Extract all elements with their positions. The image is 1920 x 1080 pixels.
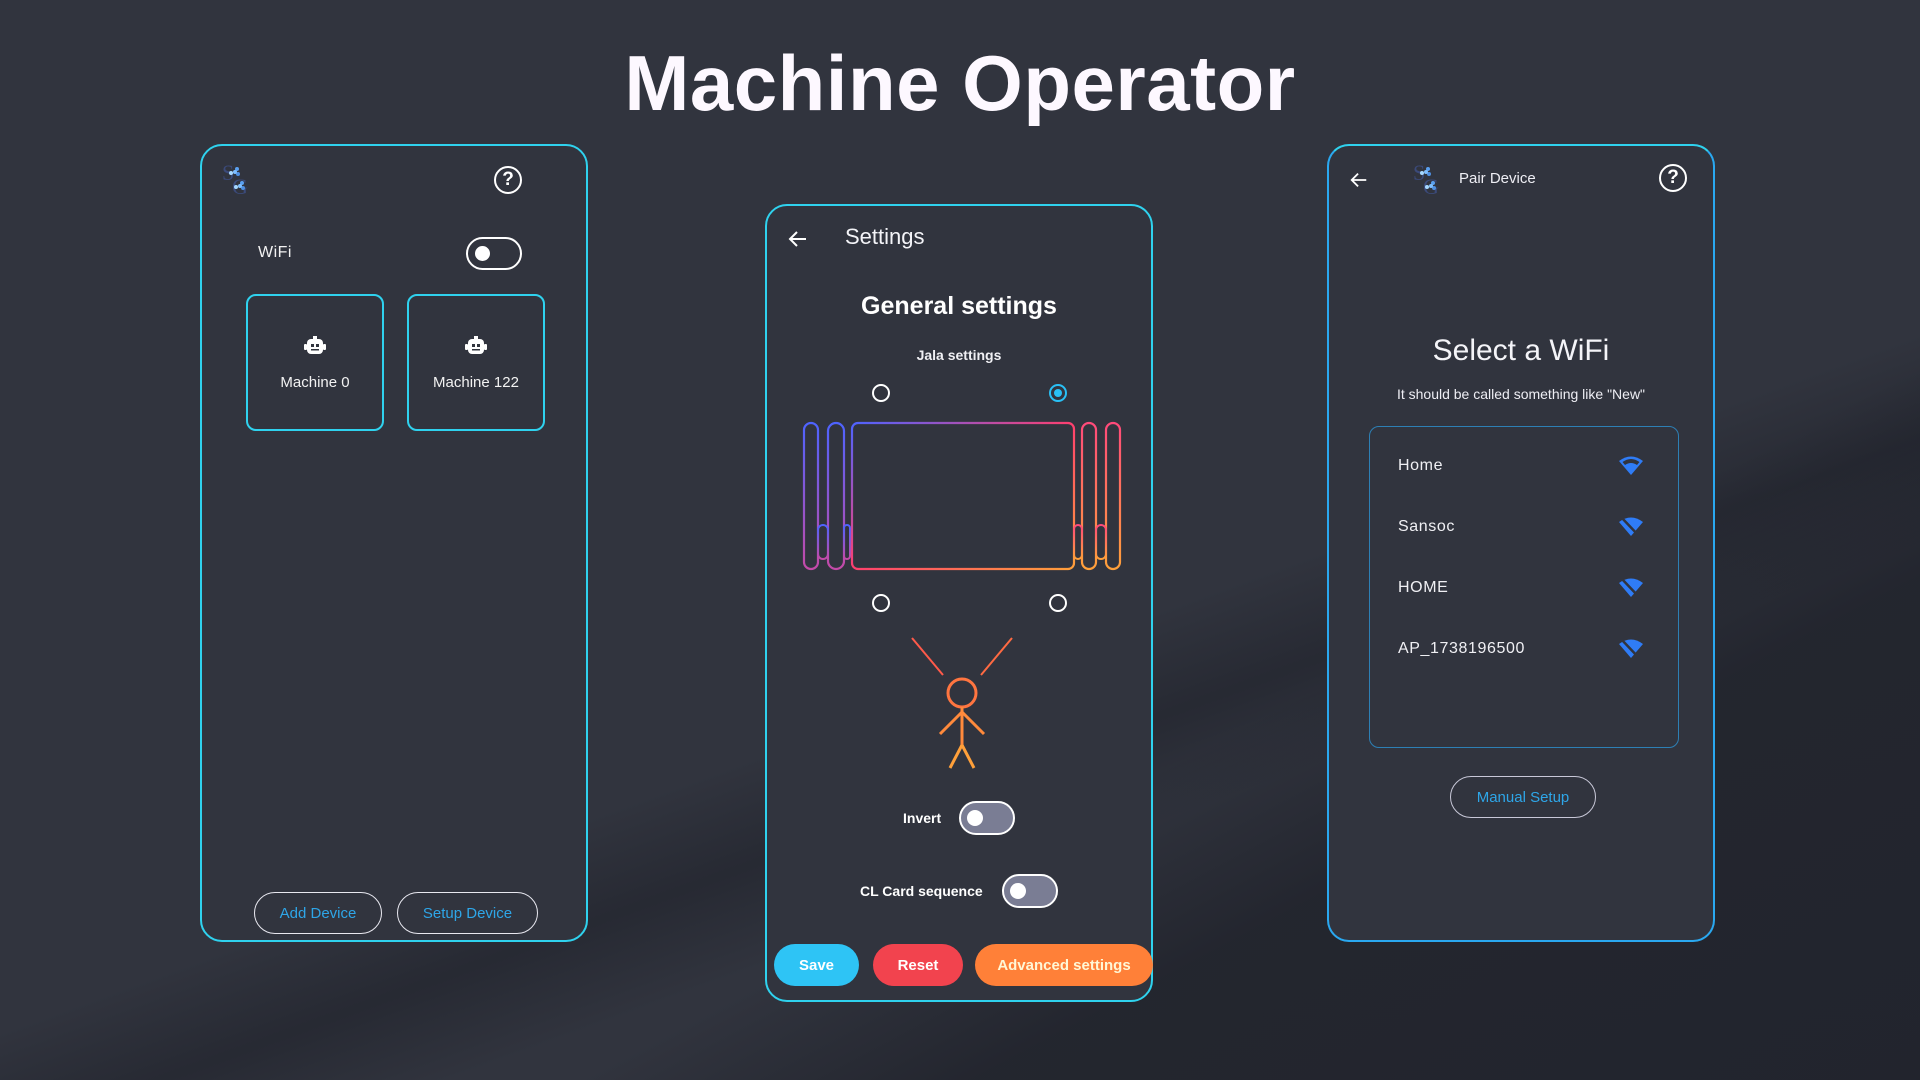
advanced-settings-button[interactable]: Advanced settings: [975, 944, 1153, 986]
wifi-network-item[interactable]: AP_1738196500: [1370, 630, 1678, 670]
help-circle-icon[interactable]: ?: [494, 166, 522, 194]
wifi-off-icon: [1619, 638, 1643, 660]
radio-top-left[interactable]: [872, 384, 890, 402]
toggle-knob: [1010, 883, 1026, 899]
toggle-knob: [967, 810, 983, 826]
operator-figure-icon: [911, 637, 1013, 769]
cl-card-sequence-toggle[interactable]: [1002, 874, 1058, 908]
invert-toggle[interactable]: [959, 801, 1015, 835]
save-button[interactable]: Save: [774, 944, 859, 986]
machine-label: Machine 122: [433, 374, 519, 391]
wifi-list: Home Sansoc HOME AP_1738196500: [1369, 426, 1679, 748]
wifi-off-icon: [1619, 577, 1643, 599]
toggle-knob: [475, 246, 490, 261]
settings-screen: Settings General settings Jala settings: [765, 204, 1153, 1002]
select-wifi-subheading: It should be called something like "New": [1396, 386, 1646, 402]
wifi-label: WiFi: [258, 244, 292, 261]
robot-icon: [304, 336, 326, 354]
network-name: Sansoc: [1398, 518, 1455, 535]
page-title: Machine Operator: [624, 39, 1296, 127]
sg-logo-icon: SG: [1411, 160, 1443, 199]
radio-bottom-right[interactable]: [1049, 594, 1067, 612]
wifi-network-item[interactable]: Home: [1370, 447, 1678, 487]
jala-settings-label: Jala settings: [916, 347, 1002, 363]
setup-device-button[interactable]: Setup Device: [397, 892, 538, 934]
arrow-left-icon[interactable]: [1349, 170, 1369, 190]
network-name: AP_1738196500: [1398, 640, 1526, 657]
jala-diagram-icon: [802, 421, 1122, 571]
network-name: Home: [1398, 457, 1444, 474]
select-wifi-heading: Select a WiFi: [1432, 334, 1610, 367]
section-title: General settings: [861, 292, 1057, 320]
wifi-icon: [1619, 456, 1643, 475]
radio-bottom-left[interactable]: [872, 594, 890, 612]
sg-logo-icon: SG: [220, 160, 252, 199]
settings-header-title: Settings: [845, 224, 925, 249]
reset-button[interactable]: Reset: [873, 944, 963, 986]
invert-label: Invert: [903, 810, 942, 826]
wifi-network-item[interactable]: Sansoc: [1370, 508, 1678, 548]
machine-tile[interactable]: Machine 122: [407, 294, 545, 431]
machine-tile[interactable]: Machine 0: [246, 294, 384, 431]
pair-header-title: Pair Device: [1459, 170, 1536, 187]
cl-card-sequence-label: CL Card sequence: [860, 883, 983, 899]
robot-icon: [465, 336, 487, 354]
machine-label: Machine 0: [280, 374, 350, 391]
pair-device-screen: SG Pair Device ? Select a WiFi It should…: [1327, 144, 1715, 942]
manual-setup-button[interactable]: Manual Setup: [1450, 776, 1596, 818]
arrow-left-icon[interactable]: [787, 228, 809, 250]
network-name: HOME: [1398, 579, 1449, 596]
wifi-toggle[interactable]: [466, 237, 522, 270]
add-device-button[interactable]: Add Device: [254, 892, 382, 934]
radio-top-right[interactable]: [1049, 384, 1067, 402]
wifi-off-icon: [1619, 516, 1643, 538]
wifi-network-item[interactable]: HOME: [1370, 569, 1678, 609]
home-screen: SG ? WiFi Machine 0 Machine 122 Ad: [200, 144, 588, 942]
help-circle-icon[interactable]: ?: [1659, 164, 1687, 192]
